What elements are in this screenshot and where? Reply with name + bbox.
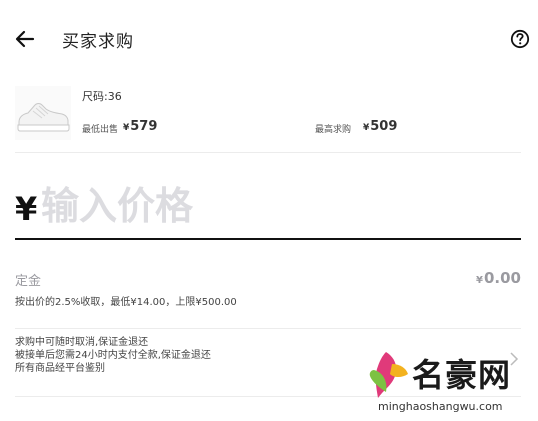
logo-leaf-icon bbox=[369, 352, 408, 398]
lowest-sell-value: 579 bbox=[130, 119, 158, 134]
highest-buy-price: ¥509 bbox=[363, 119, 397, 134]
question-circle-icon bbox=[510, 29, 530, 49]
deposit-amount: ¥0.00 bbox=[476, 269, 521, 287]
lowest-sell-label: 最低出售 bbox=[82, 125, 119, 135]
page-title: 买家求购 bbox=[62, 32, 134, 52]
deposit-section: 定金 ¥0.00 按出价的2.5%收取，最低¥14.00，上限¥500.00 bbox=[15, 262, 521, 329]
lowest-sell-price: ¥579 bbox=[123, 119, 157, 134]
price-input-area: ¥ bbox=[15, 174, 521, 240]
sneaker-image bbox=[17, 103, 70, 132]
price-currency-symbol: ¥ bbox=[15, 190, 38, 228]
currency-symbol: ¥ bbox=[123, 123, 130, 133]
watermark-text: 名豪网 bbox=[412, 356, 512, 394]
back-button[interactable] bbox=[12, 26, 38, 52]
currency-symbol: ¥ bbox=[363, 123, 370, 133]
highest-buy-label: 最高求购 bbox=[315, 125, 352, 135]
product-thumbnail bbox=[15, 86, 71, 140]
arrow-left-icon bbox=[15, 30, 35, 48]
header: 买家求购 bbox=[0, 0, 538, 78]
deposit-value: 0.00 bbox=[483, 269, 521, 287]
size-text: 尺码:36 bbox=[82, 90, 122, 103]
highest-buy-value: 509 bbox=[370, 119, 398, 134]
deposit-label: 定金 bbox=[15, 274, 42, 289]
product-summary: 尺码:36 最低出售 ¥579 最高求购 ¥509 bbox=[15, 82, 521, 153]
help-button[interactable] bbox=[510, 29, 530, 49]
watermark: 名豪网 minghaoshangwu.com bbox=[366, 346, 536, 416]
watermark-url: minghaoshangwu.com bbox=[378, 400, 503, 413]
currency-symbol: ¥ bbox=[476, 275, 483, 286]
deposit-note: 按出价的2.5%收取，最低¥14.00，上限¥500.00 bbox=[15, 297, 237, 308]
price-input[interactable] bbox=[39, 178, 503, 234]
